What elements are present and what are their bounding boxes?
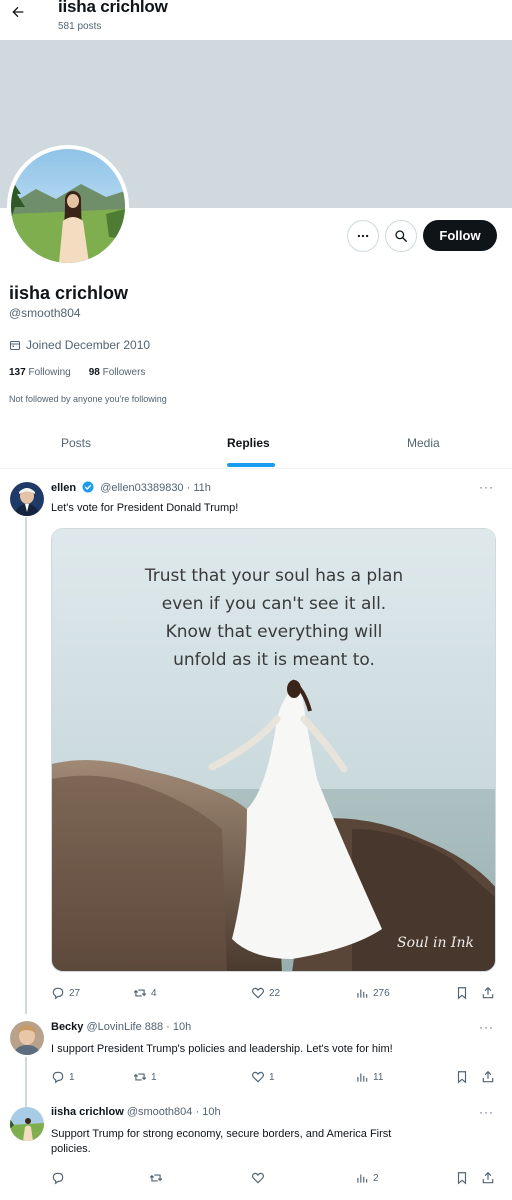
- bookmark-icon: [457, 1172, 467, 1185]
- tweet-author-name[interactable]: ellen: [51, 482, 76, 494]
- tab-replies[interactable]: Replies: [227, 436, 270, 450]
- tweet-author-handle[interactable]: @smooth804: [127, 1106, 193, 1118]
- tweet-text: Let's vote for President Donald Trump!: [51, 502, 239, 514]
- tweet-author-handle[interactable]: @ellen03389830: [100, 482, 183, 494]
- calendar-icon: [10, 341, 20, 350]
- follow-button[interactable]: Follow: [423, 220, 497, 251]
- image-quote-line3: Know that everything will: [166, 622, 383, 642]
- top-header: iisha crichlow 581 posts: [0, 0, 512, 40]
- tab-media[interactable]: Media: [407, 436, 440, 450]
- reply-icon: [52, 1071, 64, 1084]
- share-button[interactable]: [481, 1070, 495, 1084]
- tweet-text-line2: policies.: [51, 1143, 91, 1155]
- views-button[interactable]: 276: [355, 986, 390, 1000]
- reply-icon: [52, 987, 64, 1000]
- repost-button[interactable]: 1: [133, 1070, 157, 1084]
- reply-button[interactable]: 1: [51, 1070, 75, 1084]
- repost-button[interactable]: 4: [133, 986, 157, 1000]
- tweet-header: ellen @ellen03389830 · 11h: [51, 481, 211, 494]
- reply-button[interactable]: [51, 1171, 69, 1185]
- bookmark-icon: [457, 1071, 467, 1084]
- views-icon: [357, 989, 368, 998]
- more-icon: [357, 234, 369, 238]
- image-quote-line4: unfold as it is meant to.: [173, 650, 375, 670]
- share-button[interactable]: [481, 986, 495, 1000]
- header-profile-name: iisha crichlow: [58, 0, 168, 16]
- joined-text: Joined December 2010: [26, 338, 151, 352]
- tweet-author-name[interactable]: iisha crichlow: [51, 1106, 124, 1118]
- header-post-count: 581 posts: [58, 21, 102, 32]
- image-watermark: Soul in Ink: [397, 935, 474, 951]
- tab-posts[interactable]: Posts: [61, 436, 91, 450]
- share-button[interactable]: [481, 1171, 495, 1185]
- tweet-avatar-ellen[interactable]: [10, 482, 44, 516]
- share-icon: [482, 1070, 494, 1083]
- profile-display-name: iisha crichlow: [9, 283, 129, 303]
- tweet-avatar-becky[interactable]: [10, 1021, 44, 1055]
- tweet-author-handle[interactable]: @LovinLife 888: [86, 1021, 163, 1033]
- tweet-time[interactable]: 10h: [173, 1021, 191, 1033]
- thread-line: [25, 517, 27, 1014]
- tweet-text: I support President Trump's policies and…: [51, 1043, 393, 1055]
- like-button[interactable]: 22: [251, 986, 280, 1000]
- image-quote-line1: Trust that your soul has a plan: [144, 566, 403, 586]
- profile-handle: @smooth804: [9, 306, 81, 320]
- like-button[interactable]: 1: [251, 1070, 275, 1084]
- repost-icon: [133, 1073, 147, 1081]
- tweet-header: iisha crichlow @smooth804 · 10h: [51, 1106, 221, 1118]
- profile-avatar[interactable]: [7, 145, 129, 267]
- follow-stats: 137 Following 98 Followers: [9, 367, 145, 378]
- thread-line: [25, 1057, 27, 1107]
- tweet-actions: 2: [51, 1171, 496, 1187]
- bookmark-button[interactable]: [455, 986, 469, 1000]
- tweet-text-line1: Support Trump for strong economy, secure…: [51, 1128, 392, 1140]
- image-quote-line2: even if you can't see it all.: [162, 594, 386, 614]
- tweet-header: Becky @LovinLife 888 · 10h: [51, 1021, 192, 1033]
- tweet-image[interactable]: Trust that your soul has a plan even if …: [51, 528, 496, 972]
- active-tab-indicator: [227, 463, 275, 467]
- reply-icon: [52, 1172, 64, 1185]
- tweet-avatar-iisha[interactable]: [10, 1107, 44, 1141]
- heart-icon: [251, 987, 265, 999]
- share-icon: [482, 1171, 494, 1184]
- more-options-button[interactable]: [347, 220, 379, 252]
- repost-icon: [149, 1174, 163, 1182]
- repost-button[interactable]: [149, 1171, 167, 1185]
- tweet-actions: 1 1 1 11: [51, 1070, 496, 1086]
- like-button[interactable]: [251, 1171, 269, 1185]
- tweet-more-icon[interactable]: ···: [479, 480, 494, 494]
- search-profile-button[interactable]: [385, 220, 417, 252]
- views-button[interactable]: 2: [355, 1171, 379, 1185]
- bookmark-button[interactable]: [455, 1171, 469, 1185]
- views-button[interactable]: 11: [355, 1070, 383, 1084]
- tweet-author-name[interactable]: Becky: [51, 1021, 83, 1033]
- heart-icon: [251, 1172, 265, 1184]
- bookmark-button[interactable]: [455, 1070, 469, 1084]
- search-icon: [395, 230, 407, 242]
- reply-button[interactable]: 27: [51, 986, 80, 1000]
- tweet-more-icon[interactable]: ···: [479, 1020, 494, 1034]
- not-followed-text: Not followed by anyone you're following: [9, 394, 167, 404]
- tweet-time[interactable]: 10h: [202, 1106, 220, 1118]
- views-icon: [357, 1073, 368, 1082]
- heart-icon: [251, 1071, 265, 1083]
- following-link[interactable]: 137 Following: [9, 367, 71, 378]
- back-arrow-icon[interactable]: [10, 4, 26, 20]
- profile-tabs: Posts Replies Media: [0, 425, 512, 469]
- tweet-time[interactable]: 11h: [193, 482, 211, 494]
- bookmark-icon: [457, 987, 467, 1000]
- repost-icon: [133, 989, 147, 997]
- verified-badge-icon: [82, 481, 94, 493]
- joined-date: Joined December 2010: [9, 338, 150, 352]
- tweet-actions: 27 4 22 276: [51, 986, 496, 1002]
- tweet-more-icon[interactable]: ···: [479, 1105, 494, 1119]
- views-icon: [357, 1174, 368, 1183]
- share-icon: [482, 986, 494, 999]
- followers-link[interactable]: 98 Followers: [89, 367, 146, 378]
